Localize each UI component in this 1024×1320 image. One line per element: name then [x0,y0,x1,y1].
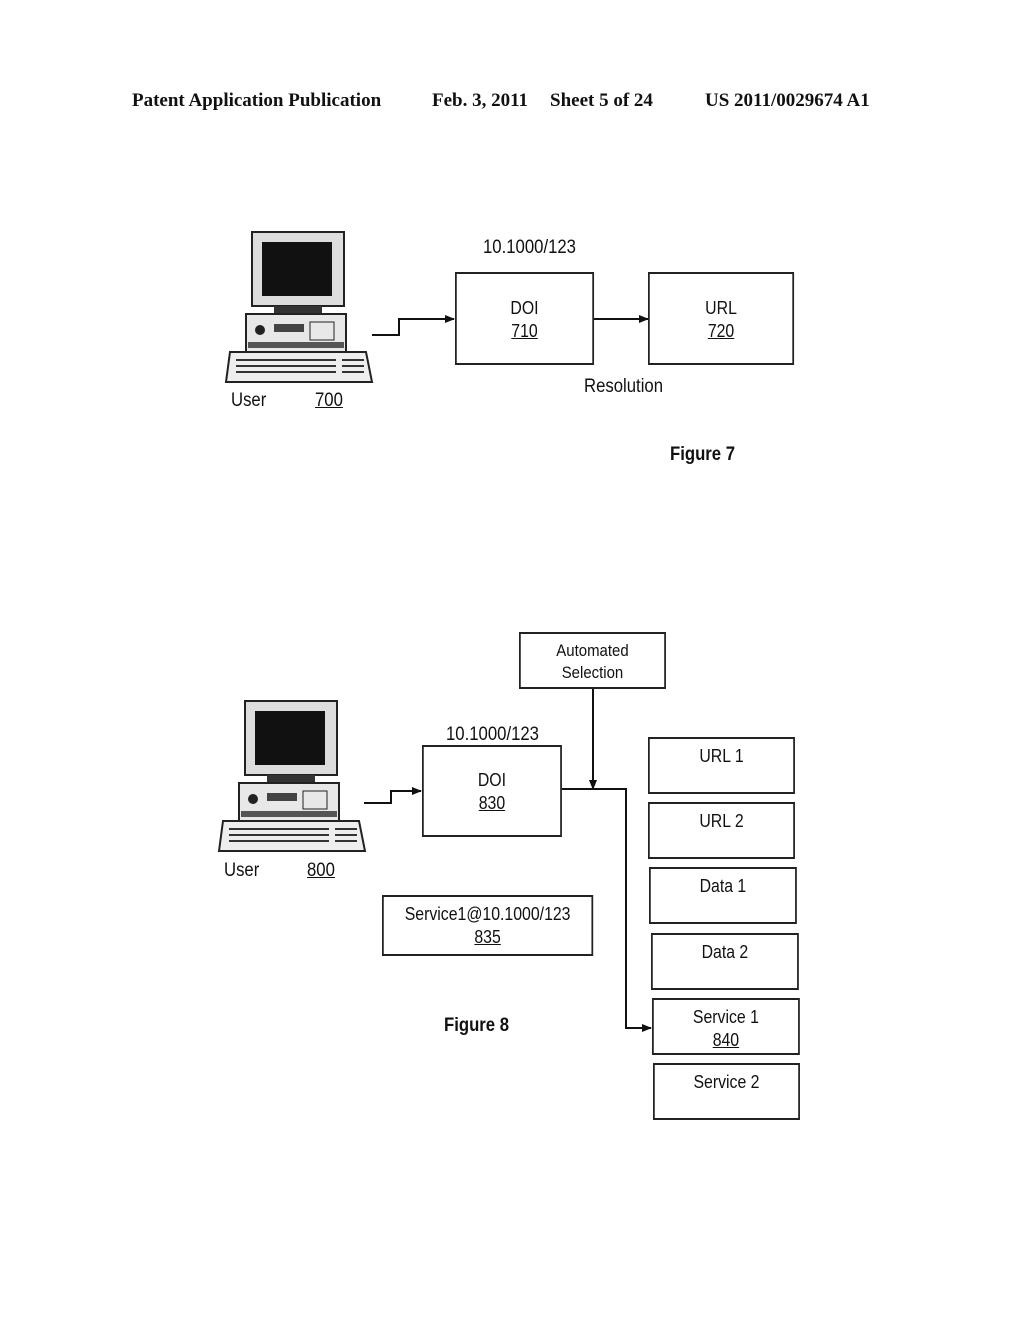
target-label: URL 2 [699,811,744,831]
url-box-label: URL [705,298,737,318]
publication-title: Patent Application Publication [132,90,382,111]
target-box-data-2: Data 2 [651,933,799,990]
service-handle-box: Service1@10.1000/123 835 [382,895,594,956]
target-box-service-1: Service 1 840 [652,998,800,1055]
connector-lines [364,315,652,1032]
target-label: Data 1 [699,876,747,896]
doi-box-label-8: DOI [477,770,507,790]
doi-box-ref: 710 [511,321,538,341]
url-box-ref: 720 [707,321,735,341]
publication-date: Feb. 3, 2011 [432,90,529,111]
doi-prefix-label: 10.1000/123 [483,237,576,258]
user-label: User [231,390,267,411]
doi-box: DOI 710 [455,272,595,365]
automated-selection-line2: Selection [561,663,624,682]
user-ref-8: 800 [307,860,335,881]
service-handle-label: Service1@10.1000/123 [404,904,571,924]
service-handle-ref: 835 [474,927,501,947]
doi-prefix-label-8: 10.1000/123 [446,724,539,745]
target-box-data-1: Data 1 [649,867,797,924]
url-box: URL 720 [648,272,795,365]
automated-selection-box: Automated Selection [519,632,666,689]
user-ref: 700 [315,390,343,411]
target-label: URL 1 [699,746,744,766]
patent-number: US 2011/0029674 A1 [705,90,870,111]
target-box-url-2: URL 2 [648,802,795,859]
automated-selection-line1: Automated [556,641,629,660]
resolution-label: Resolution [584,376,664,397]
target-box-service-2: Service 2 [653,1063,800,1120]
doi-box-ref-8: 830 [478,793,506,813]
desktop-computer-icon [224,231,374,383]
target-label: Service 2 [693,1072,760,1092]
target-label: Service 1 [692,1007,759,1027]
target-box-url-1: URL 1 [648,737,795,794]
desktop-computer-icon [217,700,367,852]
sheet-number: Sheet 5 of 24 [550,90,653,111]
target-ref: 840 [712,1030,740,1050]
user-to-doi-arrow-8 [364,787,422,804]
user-to-doi-arrow [372,315,455,336]
target-label: Data 2 [701,942,749,962]
figure-8-caption: Figure 8 [444,1015,510,1036]
user-label-8: User [224,860,260,881]
figure-7-caption: Figure 7 [670,444,736,465]
doi-box-8: DOI 830 [422,745,562,837]
doi-box-label: DOI [510,298,539,318]
